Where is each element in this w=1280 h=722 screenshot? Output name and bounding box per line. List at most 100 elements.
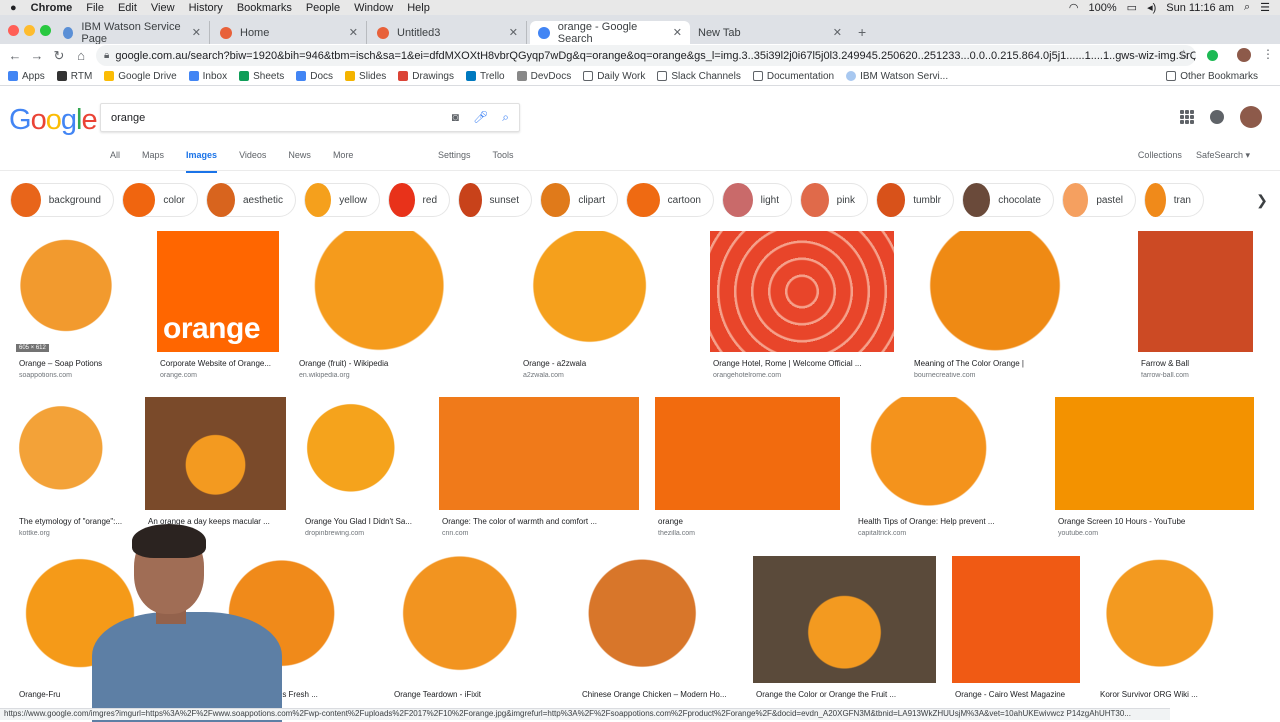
- menu-app[interactable]: Chrome: [31, 2, 73, 14]
- microphone-icon[interactable]: 🎤︎: [473, 110, 488, 125]
- chip-sunset[interactable]: sunset: [458, 183, 532, 217]
- chip-tran[interactable]: tran: [1144, 183, 1204, 217]
- image-result[interactable]: 605 × 612 Orange – Soap Potions soappotion…: [16, 231, 141, 382]
- bookmark-devdocs[interactable]: DevDocs: [516, 71, 571, 82]
- image-result[interactable]: Koror Survivor ORG Wiki ...: [1097, 556, 1254, 713]
- maximize-window-button[interactable]: [40, 25, 51, 36]
- result-thumbnail[interactable]: [439, 397, 639, 510]
- new-tab-button[interactable]: +: [858, 24, 866, 40]
- apple-icon[interactable]: ●: [10, 2, 17, 14]
- address-bar[interactable]: 🔒︎ google.com.au/search?biw=1920&bih=946…: [96, 45, 1196, 66]
- tab-new-tab[interactable]: New Tab ✕: [690, 21, 850, 44]
- search-input[interactable]: orange ◙ 🎤︎ ⌕: [100, 103, 520, 132]
- close-window-button[interactable]: [8, 25, 19, 36]
- volume-icon[interactable]: ◂): [1147, 1, 1156, 14]
- result-source[interactable]: orange.com: [160, 372, 278, 379]
- menu-window[interactable]: Window: [354, 2, 393, 14]
- result-title[interactable]: Orange: The color of warmth and comfort …: [442, 517, 638, 526]
- result-title[interactable]: orange: [658, 517, 839, 526]
- result-title[interactable]: Orange You Glad I Didn't Sa...: [305, 517, 423, 526]
- result-title[interactable]: Orange - Cairo West Magazine: [955, 690, 1079, 699]
- image-result[interactable]: An orange a day keeps macular ...: [145, 397, 286, 540]
- bookmark-other[interactable]: Other Bookmarks: [1166, 71, 1258, 82]
- account-avatar[interactable]: [1240, 106, 1262, 128]
- result-source[interactable]: farrow-ball.com: [1141, 372, 1252, 379]
- collections-link[interactable]: Collections: [1138, 150, 1182, 161]
- tab-untitled3[interactable]: Untitled3 ✕: [369, 21, 527, 44]
- result-thumbnail[interactable]: [655, 397, 840, 510]
- result-title[interactable]: Orange Hotel, Rome | Welcome Official ..…: [713, 359, 893, 368]
- menu-file[interactable]: File: [86, 2, 104, 14]
- image-result[interactable]: orange Corporate Website of Orange... oran…: [157, 231, 279, 382]
- settings-link[interactable]: Settings: [438, 150, 471, 160]
- result-thumbnail[interactable]: [16, 397, 128, 510]
- bookmark-apps[interactable]: Apps: [8, 71, 45, 82]
- result-title[interactable]: Health Tips of Orange: Help prevent ...: [858, 517, 1038, 526]
- result-source[interactable]: cnn.com: [442, 530, 638, 537]
- wifi-icon[interactable]: ◠: [1069, 1, 1079, 14]
- result-source[interactable]: orangehotelrome.com: [713, 372, 893, 379]
- result-title[interactable]: Orange - a2zwala: [523, 359, 693, 368]
- result-thumbnail[interactable]: [911, 231, 1121, 352]
- close-icon[interactable]: ✕: [349, 26, 358, 39]
- result-thumbnail[interactable]: [1055, 397, 1254, 510]
- result-thumbnail[interactable]: [302, 397, 424, 510]
- home-icon[interactable]: ⌂: [70, 48, 92, 63]
- result-thumbnail[interactable]: [145, 397, 286, 510]
- spotlight-icon[interactable]: ⌕: [1244, 1, 1250, 14]
- image-result[interactable]: orange thezilla.com: [655, 397, 840, 540]
- bookmark-trello[interactable]: Trello: [465, 71, 505, 82]
- bookmark-drawings[interactable]: Drawings: [398, 71, 454, 82]
- result-thumbnail[interactable]: [579, 556, 737, 683]
- bookmark-inbox[interactable]: Inbox: [188, 71, 227, 82]
- result-title[interactable]: Orange – Soap Potions: [19, 359, 140, 368]
- result-title[interactable]: Corporate Website of Orange...: [160, 359, 278, 368]
- tab-ibm-watson[interactable]: IBM Watson Service Page ✕: [55, 21, 210, 45]
- menu-help[interactable]: Help: [407, 2, 430, 14]
- bookmark-docs[interactable]: Docs: [296, 71, 333, 82]
- result-source[interactable]: thezilla.com: [658, 530, 839, 537]
- result-thumbnail[interactable]: [753, 556, 936, 683]
- image-result[interactable]: Orange Teardown - iFixit: [391, 556, 563, 713]
- image-result[interactable]: Orange: The color of warmth and comfort …: [439, 397, 639, 540]
- chip-color[interactable]: color: [122, 183, 198, 217]
- result-thumbnail[interactable]: [391, 556, 563, 683]
- image-result[interactable]: Chinese Orange Chicken – Modern Ho...: [579, 556, 737, 713]
- result-title[interactable]: Orange Teardown - iFixit: [394, 690, 562, 699]
- google-apps-icon[interactable]: [1180, 110, 1194, 124]
- result-source[interactable]: a2zwala.com: [523, 372, 693, 379]
- result-source[interactable]: youtube.com: [1058, 530, 1253, 537]
- image-result[interactable]: Orange - Cairo West Magazine: [952, 556, 1080, 713]
- chip-light[interactable]: light: [722, 183, 792, 217]
- bookmark-slack-channels[interactable]: Slack Channels: [657, 71, 741, 82]
- result-title[interactable]: Orange Screen 10 Hours - YouTube: [1058, 517, 1253, 526]
- chip-background[interactable]: background: [10, 183, 114, 217]
- bookmark-ibm-watson[interactable]: IBM Watson Servi...: [846, 71, 948, 82]
- chip-tumblr[interactable]: tumblr: [876, 183, 954, 217]
- result-source[interactable]: bournecreative.com: [914, 372, 1120, 379]
- extension-icon[interactable]: [1207, 50, 1218, 61]
- result-thumbnail[interactable]: orange: [157, 231, 279, 352]
- image-result[interactable]: Orange You Glad I Didn't Sa... dropinbrew…: [302, 397, 424, 540]
- clock[interactable]: Sun 11:16 am: [1166, 2, 1234, 14]
- chevron-right-icon[interactable]: ❯: [1250, 188, 1274, 212]
- chip-clipart[interactable]: clipart: [540, 183, 618, 217]
- image-result[interactable]: Orange Hotel, Rome | Welcome Official ..…: [710, 231, 894, 382]
- chip-chocolate[interactable]: chocolate: [962, 183, 1054, 217]
- result-thumbnail[interactable]: [855, 397, 1039, 510]
- result-source[interactable]: soappotions.com: [19, 372, 140, 379]
- image-result[interactable]: Meaning of The Color Orange | bournecreat…: [911, 231, 1121, 382]
- image-result[interactable]: The etymology of "orange":... kottke.org: [16, 397, 128, 540]
- image-result[interactable]: Orange the Color or Orange the Fruit ...: [753, 556, 936, 713]
- search-icon[interactable]: ⌕: [502, 110, 509, 125]
- more-menu-icon[interactable]: ⋮: [1262, 47, 1274, 61]
- forward-arrow-icon[interactable]: →: [26, 48, 48, 63]
- image-result[interactable]: Health Tips of Orange: Help prevent ... c…: [855, 397, 1039, 540]
- minimize-window-button[interactable]: [24, 25, 35, 36]
- close-icon[interactable]: ✕: [833, 26, 842, 39]
- google-logo[interactable]: Google: [9, 104, 98, 137]
- result-thumbnail[interactable]: [1138, 231, 1253, 352]
- result-thumbnail[interactable]: 605 × 612: [16, 231, 141, 352]
- menu-view[interactable]: View: [151, 2, 175, 14]
- tools-link[interactable]: Tools: [493, 150, 514, 160]
